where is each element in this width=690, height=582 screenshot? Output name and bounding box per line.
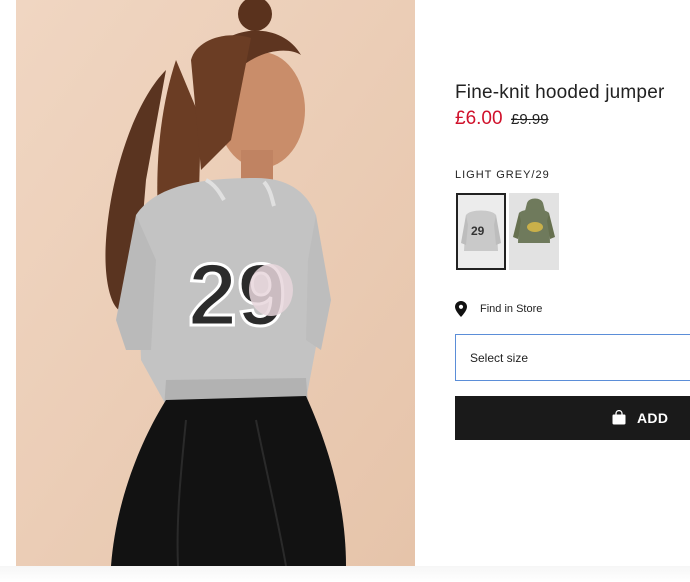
svg-text:29: 29 [471, 224, 485, 238]
add-to-bag-button[interactable]: ADD [455, 396, 690, 440]
original-price: £9.99 [511, 111, 549, 128]
add-button-label: ADD [637, 410, 669, 426]
sale-price: £6.00 [455, 108, 503, 129]
color-swatch-light-grey[interactable]: 29 [456, 193, 506, 270]
size-select[interactable]: Select size [455, 334, 690, 381]
find-in-store-link[interactable]: Find in Store [455, 301, 542, 317]
product-info-panel: Fine-knit hooded jumper £6.00 £9.99 LIGH… [455, 0, 690, 582]
find-in-store-label: Find in Store [480, 303, 543, 315]
product-image[interactable]: 29 [16, 0, 415, 566]
price-block: £6.00 £9.99 [455, 108, 549, 130]
shopping-bag-icon [612, 410, 626, 425]
location-pin-icon [455, 301, 467, 317]
selected-color-label: LIGHT GREY/29 [455, 169, 550, 181]
color-swatch-khaki-green[interactable] [509, 193, 559, 270]
size-select-placeholder: Select size [470, 351, 529, 365]
product-title: Fine-knit hooded jumper [455, 82, 665, 103]
